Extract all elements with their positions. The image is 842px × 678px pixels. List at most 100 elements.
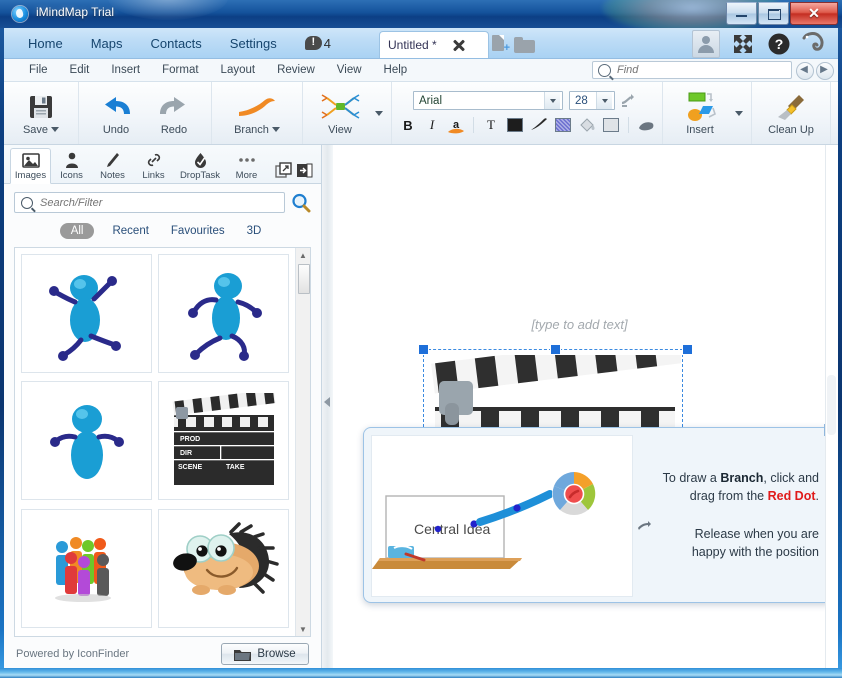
insert-chevron-down-icon[interactable] [735, 110, 743, 116]
redo-icon [157, 91, 191, 123]
text-direction-button[interactable] [615, 92, 641, 110]
nav-item-settings[interactable]: Settings [216, 36, 291, 51]
dock-panel-icon[interactable] [296, 162, 313, 179]
menu-item-edit[interactable]: Edit [59, 64, 101, 76]
help-icon[interactable]: ? [766, 31, 792, 57]
list-item[interactable] [21, 508, 152, 628]
user-account-icon[interactable] [692, 30, 720, 58]
font-family-chevron-down-icon[interactable] [544, 92, 560, 109]
close-button[interactable]: ✕ [790, 2, 838, 25]
menu-item-help[interactable]: Help [373, 64, 419, 76]
scroll-down-icon[interactable]: ▼ [296, 622, 310, 636]
font-size-chevron-down-icon[interactable] [596, 92, 612, 109]
canvas-vertical-scrollbar[interactable] [825, 145, 838, 668]
list-item[interactable]: PROD DIR SCENE TAKE [158, 381, 289, 501]
search-magnifier-icon[interactable] [291, 193, 311, 213]
sidebar-tab-label: Images [14, 170, 47, 181]
insert-button[interactable]: Insert [671, 84, 729, 142]
divider [473, 117, 474, 133]
mindmap-canvas[interactable]: [type to add text] Central Idea To draw … [333, 145, 826, 668]
scrollbar-thumb[interactable] [298, 264, 310, 294]
list-item[interactable] [21, 254, 152, 373]
menu-item-review[interactable]: Review [266, 64, 326, 76]
new-document-icon[interactable]: + [491, 34, 510, 54]
filter-chip-favourites[interactable]: Favourites [167, 223, 229, 239]
italic-button[interactable]: I [422, 116, 442, 135]
font-size-select[interactable]: 28 [569, 91, 615, 110]
nav-item-home[interactable]: Home [14, 36, 77, 51]
format-painter-button[interactable] [636, 116, 656, 135]
maximize-button[interactable] [758, 2, 789, 25]
thumbnail-scrollbar[interactable]: ▲ ▼ [295, 248, 310, 636]
sidebar-tab-notes[interactable]: Notes [92, 147, 133, 183]
menu-item-layout[interactable]: Layout [210, 64, 267, 76]
list-item[interactable] [158, 508, 289, 628]
fullscreen-icon[interactable] [730, 31, 756, 57]
search-input[interactable] [38, 195, 278, 210]
nav-item-maps[interactable]: Maps [77, 36, 137, 51]
resize-handle-top-right[interactable] [682, 344, 693, 355]
brush-button[interactable] [529, 116, 549, 135]
sidebar-tab-more[interactable]: More [226, 147, 267, 183]
menu-item-format[interactable]: Format [151, 64, 209, 76]
filter-chip-3d[interactable]: 3D [243, 223, 266, 239]
find-next-button[interactable]: ▶ [816, 62, 834, 80]
sidebar-tab-droptask[interactable]: DropTask [174, 147, 226, 183]
find-input[interactable] [615, 63, 786, 77]
canvas-placeholder-text[interactable]: [type to add text] [333, 317, 826, 332]
menu-item-file[interactable]: File [18, 64, 59, 76]
save-button[interactable]: Save [12, 84, 70, 142]
view-button[interactable]: View [311, 84, 369, 142]
search-box[interactable] [14, 192, 285, 213]
window-title: iMindMap Trial [36, 5, 115, 19]
menu-item-view[interactable]: View [326, 64, 373, 76]
cleanup-button[interactable]: Clean Up [760, 84, 822, 142]
bold-button[interactable]: B [398, 116, 418, 135]
sidebar-tab-images[interactable]: Images [10, 148, 51, 184]
browse-button[interactable]: Browse [221, 643, 309, 665]
scroll-up-icon[interactable]: ▲ [296, 248, 310, 262]
nav-item-contacts[interactable]: Contacts [136, 36, 215, 51]
list-item[interactable] [21, 381, 152, 501]
popout-panel-icon[interactable] [275, 162, 292, 179]
find-box[interactable] [592, 61, 792, 79]
chevron-down-icon[interactable] [51, 127, 60, 132]
folder-icon [234, 649, 252, 661]
sidebar-tab-links[interactable]: Links [133, 147, 174, 183]
document-tab-close-icon[interactable] [451, 37, 467, 53]
scrollbar-thumb[interactable] [827, 375, 836, 435]
top-right-actions: ? [692, 30, 828, 58]
list-item[interactable] [158, 254, 289, 373]
insert-label: Insert [686, 123, 714, 136]
open-folder-icon[interactable] [514, 35, 535, 53]
shape-fill-button[interactable] [601, 116, 621, 135]
font-family-select[interactable]: Arial [413, 91, 563, 110]
paint-bucket-button[interactable] [577, 116, 597, 135]
find-previous-button[interactable]: ◀ [796, 62, 814, 80]
branch-button[interactable]: Branch [220, 84, 294, 142]
maximize-icon [768, 9, 781, 20]
document-tab[interactable]: Untitled * [379, 31, 489, 58]
view-chevron-down-icon[interactable] [375, 110, 383, 116]
resize-handle-top-left[interactable] [418, 344, 429, 355]
stick-figure-arms-out-icon [49, 404, 124, 479]
notifications-badge[interactable]: 4 [304, 35, 331, 51]
pattern-button[interactable] [553, 116, 573, 135]
redo-button[interactable]: Redo [145, 84, 203, 142]
filter-chip-recent[interactable]: Recent [108, 223, 152, 239]
text-color-button[interactable]: a [446, 116, 466, 135]
chameleon-icon[interactable] [802, 31, 828, 57]
divider [628, 117, 629, 133]
filter-chip-all[interactable]: All [59, 223, 95, 239]
sidebar-tab-icons[interactable]: Icons [51, 147, 92, 183]
chevron-down-icon[interactable] [271, 127, 280, 132]
format-painter-icon [639, 122, 654, 131]
resize-handle-top-center[interactable] [550, 344, 561, 355]
text-style-button[interactable]: T [481, 116, 501, 135]
menu-item-insert[interactable]: Insert [100, 64, 151, 76]
minimize-button[interactable] [726, 2, 757, 25]
fill-swatch [507, 118, 523, 132]
undo-button[interactable]: Undo [87, 84, 145, 142]
view-mindmap-icon [319, 91, 361, 123]
fill-color-button[interactable] [505, 116, 525, 135]
